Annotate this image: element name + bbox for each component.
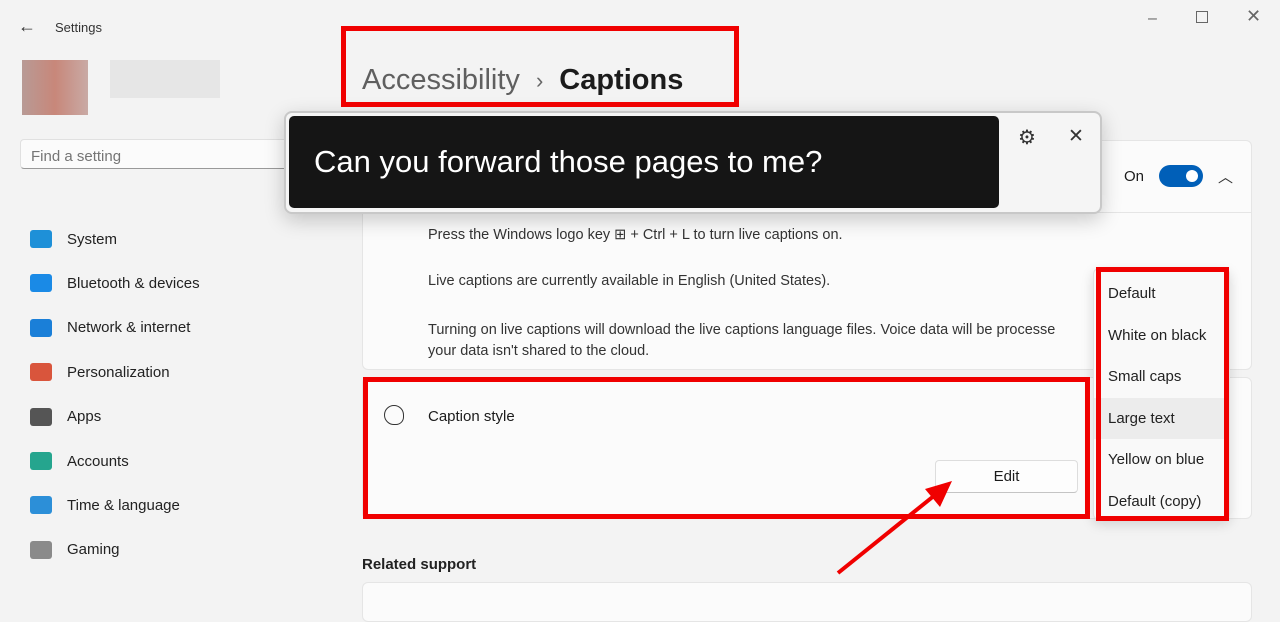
menu-option[interactable]: Small caps [1094,356,1229,398]
bluetooth-icon [30,274,52,293]
search-input[interactable] [21,140,319,173]
minimize-button[interactable]: – [1148,10,1157,28]
sidebar-item-system[interactable]: System [30,221,117,257]
breadcrumb-separator: › [535,67,544,93]
sidebar-item-label: Personalization [67,363,170,381]
sidebar-item-time-language[interactable]: Time & language [30,487,180,523]
sidebar-item-label: Time & language [67,496,180,514]
menu-option[interactable]: Default (copy) [1094,481,1229,523]
download-text: Turning on live captions will download t… [428,322,1056,338]
gear-icon[interactable]: ⚙ [1018,125,1036,150]
system-icon [30,230,52,248]
window-title: Settings [55,20,102,35]
related-support-title: Related support [362,556,477,573]
download-text-2: your data isn't shared to the cloud. [428,343,650,359]
menu-option[interactable]: White on black [1094,315,1229,357]
sidebar-item-gaming[interactable]: Gaming [30,532,120,568]
apps-icon [30,407,52,426]
breadcrumb: Accessibility › Captions [362,64,683,97]
avatar [22,60,88,115]
live-caption-window: Can you forward those pages to me? ⚙ ✕ [284,111,1102,214]
sidebar-item-accounts[interactable]: Accounts [30,443,129,479]
caption-text: Can you forward those pages to me? [314,144,823,179]
back-button[interactable]: ← [18,16,36,37]
personalization-icon [30,363,52,382]
breadcrumb-parent[interactable]: Accessibility [362,64,520,97]
close-window-button[interactable]: ✕ [1246,6,1261,27]
shortcut-text: Press the Windows logo key ⊞ + Ctrl + L … [428,227,843,243]
maximize-button[interactable] [1196,11,1208,23]
sidebar-item-apps[interactable]: Apps [30,399,101,435]
time-icon [30,496,52,515]
menu-option[interactable]: Large text [1094,397,1229,439]
gaming-icon [30,540,52,559]
close-icon[interactable]: ✕ [1068,125,1084,148]
sidebar-item-network-internet[interactable]: Network & internet [30,310,190,346]
sidebar-item-label: Apps [67,408,102,426]
caption-style-menu: Default White on black Small caps Large tex… [1093,268,1230,520]
related-support-card [362,582,1252,622]
search-box[interactable] [20,139,320,173]
sidebar-item-label: System [67,230,118,248]
toggle-label: On [1124,168,1145,185]
sidebar-item-personalization[interactable]: Personalization [30,354,170,390]
network-icon [30,318,52,337]
sidebar-item-label: Network & internet [67,319,191,337]
language-text: Live captions are currently available in… [428,273,831,289]
palette-icon [384,405,404,425]
sidebar-item-label: Accounts [67,452,129,470]
sidebar-item-bluetooth-devices[interactable]: Bluetooth & devices [30,265,200,301]
chevron-up-icon[interactable]: ︿ [1218,166,1233,187]
live-captions-toggle[interactable] [1159,165,1203,187]
page-title: Captions [559,64,684,96]
account-name-redacted [110,60,220,98]
caption-text-box: Can you forward those pages to me? [289,116,999,208]
sidebar-item-label: Bluetooth & devices [67,274,200,292]
annotation-arrow [836,481,952,575]
accounts-icon [30,452,52,470]
menu-option[interactable]: Yellow on blue [1094,439,1229,481]
menu-option[interactable]: Default [1094,273,1229,315]
sidebar-item-label: Gaming [67,541,120,559]
caption-style-label: Caption style [428,408,515,425]
